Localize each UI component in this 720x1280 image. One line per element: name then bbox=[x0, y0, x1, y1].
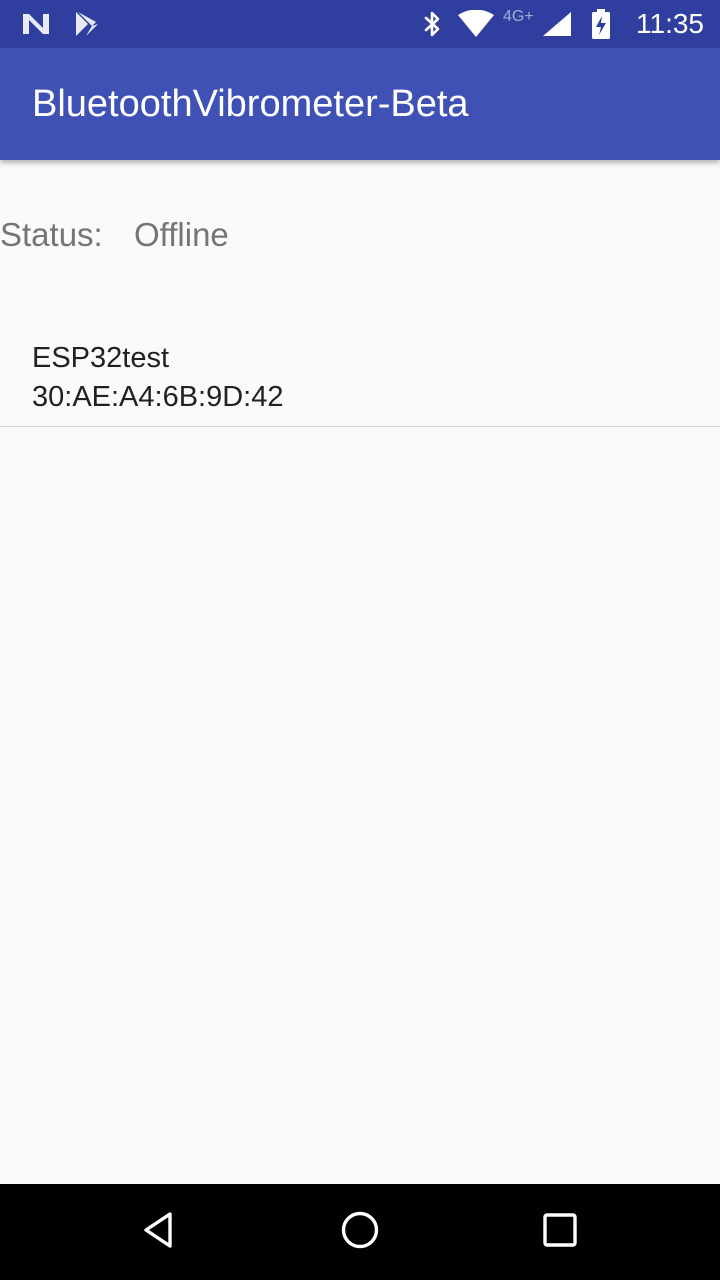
device-list: ESP32test 30:AE:A4:6B:9D:42 bbox=[0, 330, 720, 427]
status-value: Offline bbox=[134, 216, 229, 253]
clock: 11:35 bbox=[636, 8, 704, 39]
app-bar: BluetoothVibrometer-Beta bbox=[0, 48, 720, 160]
wifi-icon bbox=[456, 0, 496, 48]
back-icon bbox=[140, 1210, 180, 1255]
status-label: Status: bbox=[0, 216, 103, 253]
nav-bar bbox=[0, 1184, 720, 1280]
recents-button[interactable] bbox=[512, 1184, 608, 1280]
list-item[interactable]: ESP32test 30:AE:A4:6B:9D:42 bbox=[0, 330, 720, 427]
network-type-label: 4G+ bbox=[503, 8, 534, 25]
play-store-download-icon bbox=[70, 0, 102, 48]
back-button[interactable] bbox=[112, 1184, 208, 1280]
home-button[interactable] bbox=[312, 1184, 408, 1280]
device-address: 30:AE:A4:6B:9D:42 bbox=[32, 381, 284, 413]
home-icon bbox=[339, 1209, 381, 1256]
battery-charging-icon bbox=[589, 0, 613, 48]
bluetooth-icon bbox=[420, 0, 446, 48]
status-bar: 4G+ 11:35 bbox=[0, 0, 720, 48]
device-name: ESP32test bbox=[32, 342, 170, 374]
n-notification-icon bbox=[20, 0, 52, 48]
app-title: BluetoothVibrometer-Beta bbox=[32, 83, 469, 125]
recents-icon bbox=[540, 1210, 580, 1255]
cell-signal-icon bbox=[540, 0, 574, 48]
